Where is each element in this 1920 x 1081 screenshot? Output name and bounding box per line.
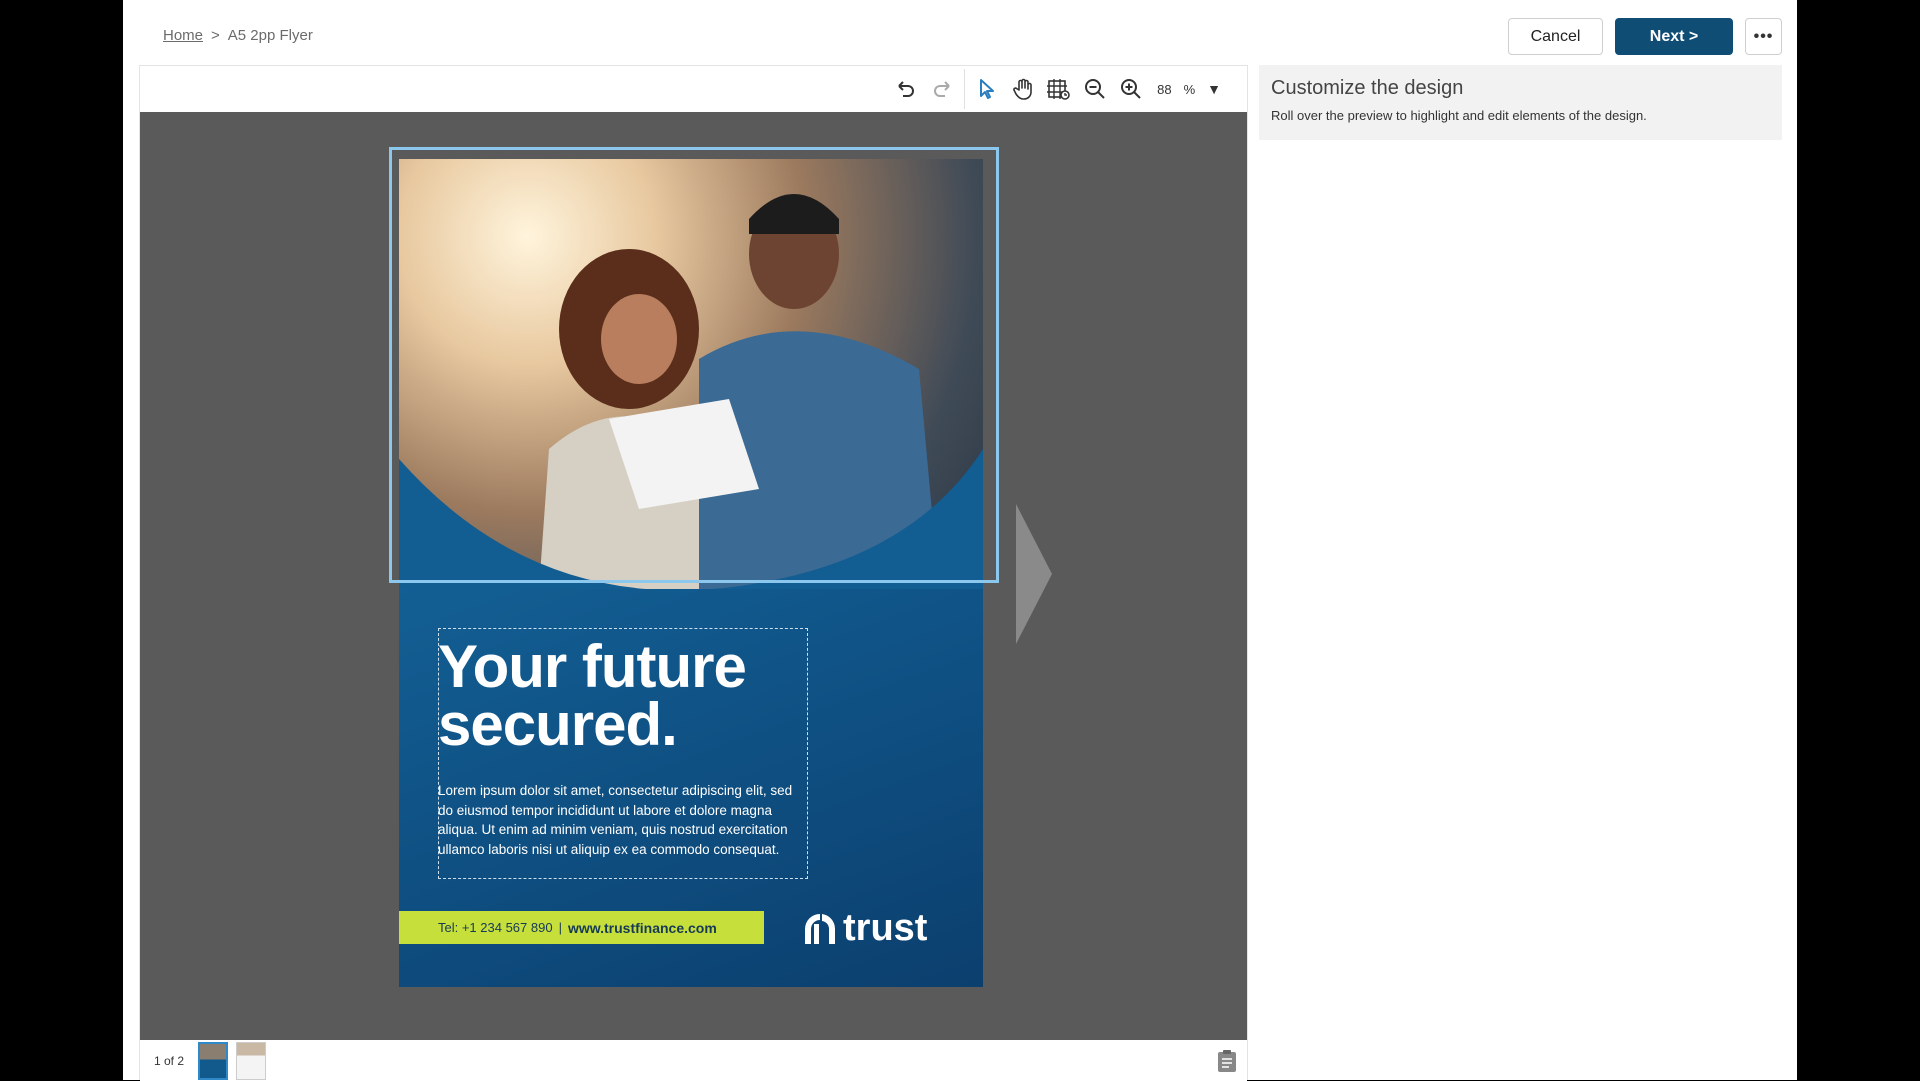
flyer-headline[interactable]: Your future secured. bbox=[438, 633, 818, 758]
redo-icon[interactable] bbox=[924, 71, 960, 107]
headline-line-1: Your future bbox=[438, 633, 747, 700]
next-page-arrow-icon[interactable] bbox=[1016, 504, 1052, 644]
toolbar-divider bbox=[964, 69, 966, 109]
breadcrumb-separator: > bbox=[211, 27, 220, 44]
phone-text: Tel: +1 234 567 890 bbox=[438, 920, 553, 935]
page-count: 1 of 2 bbox=[154, 1053, 185, 1068]
photo-curve-overlay bbox=[399, 449, 983, 589]
zoom-level-value[interactable]: 88 bbox=[1157, 82, 1171, 97]
cancel-button[interactable]: Cancel bbox=[1508, 18, 1603, 55]
zoom-in-icon[interactable] bbox=[1113, 71, 1149, 107]
panel-title: Customize the design bbox=[1271, 77, 1464, 99]
contact-separator: | bbox=[558, 920, 562, 935]
page-navigator: 1 of 2 bbox=[140, 1040, 1247, 1081]
contact-bar[interactable]: Tel: +1 234 567 890 | www.trustfinance.c… bbox=[399, 911, 764, 944]
customize-panel: Customize the design Roll over the previ… bbox=[1259, 65, 1782, 140]
headline-line-2: secured. bbox=[438, 691, 678, 758]
design-canvas[interactable]: Your future secured. Lorem ipsum dolor s… bbox=[140, 112, 1247, 1040]
flyer-body-text[interactable]: Lorem ipsum dolor sit amet, consectetur … bbox=[438, 781, 808, 859]
website-text: www.trustfinance.com bbox=[567, 919, 717, 936]
zoom-unit: % bbox=[1183, 81, 1196, 97]
zoom-dropdown-caret-icon[interactable]: ▼ bbox=[1207, 81, 1221, 97]
breadcrumb-home-link[interactable]: Home bbox=[163, 27, 203, 44]
undo-icon[interactable] bbox=[888, 71, 924, 107]
grid-guides-icon[interactable] bbox=[1041, 71, 1077, 107]
next-button[interactable]: Next > bbox=[1615, 18, 1733, 55]
page-thumbnail-1[interactable] bbox=[198, 1041, 229, 1080]
design-editor-app: Home > A5 2pp Flyer Cancel Next > ••• 88… bbox=[123, 0, 1797, 1081]
pointer-icon[interactable] bbox=[969, 71, 1005, 107]
page-thumbnail-2[interactable] bbox=[236, 1041, 267, 1080]
editor-toolbar: 88 % ▼ bbox=[140, 66, 1247, 112]
notes-icon[interactable] bbox=[1215, 1048, 1239, 1079]
flyer-hero-photo[interactable] bbox=[399, 159, 983, 589]
breadcrumb-current: A5 2pp Flyer bbox=[227, 27, 313, 44]
editor-area: 88 % ▼ Your future secured. Lorem ipsum … bbox=[139, 65, 1248, 1081]
trust-logo-icon bbox=[805, 913, 836, 944]
breadcrumb: Home > A5 2pp Flyer bbox=[163, 27, 313, 44]
logo-text: trust bbox=[843, 907, 928, 949]
flyer-page[interactable]: Your future secured. Lorem ipsum dolor s… bbox=[399, 159, 983, 987]
hand-icon[interactable] bbox=[1005, 71, 1041, 107]
panel-subtitle: Roll over the preview to highlight and e… bbox=[1271, 108, 1647, 123]
zoom-out-icon[interactable] bbox=[1077, 71, 1113, 107]
more-options-button[interactable]: ••• bbox=[1745, 18, 1782, 55]
trust-logo[interactable]: trust bbox=[803, 907, 927, 950]
